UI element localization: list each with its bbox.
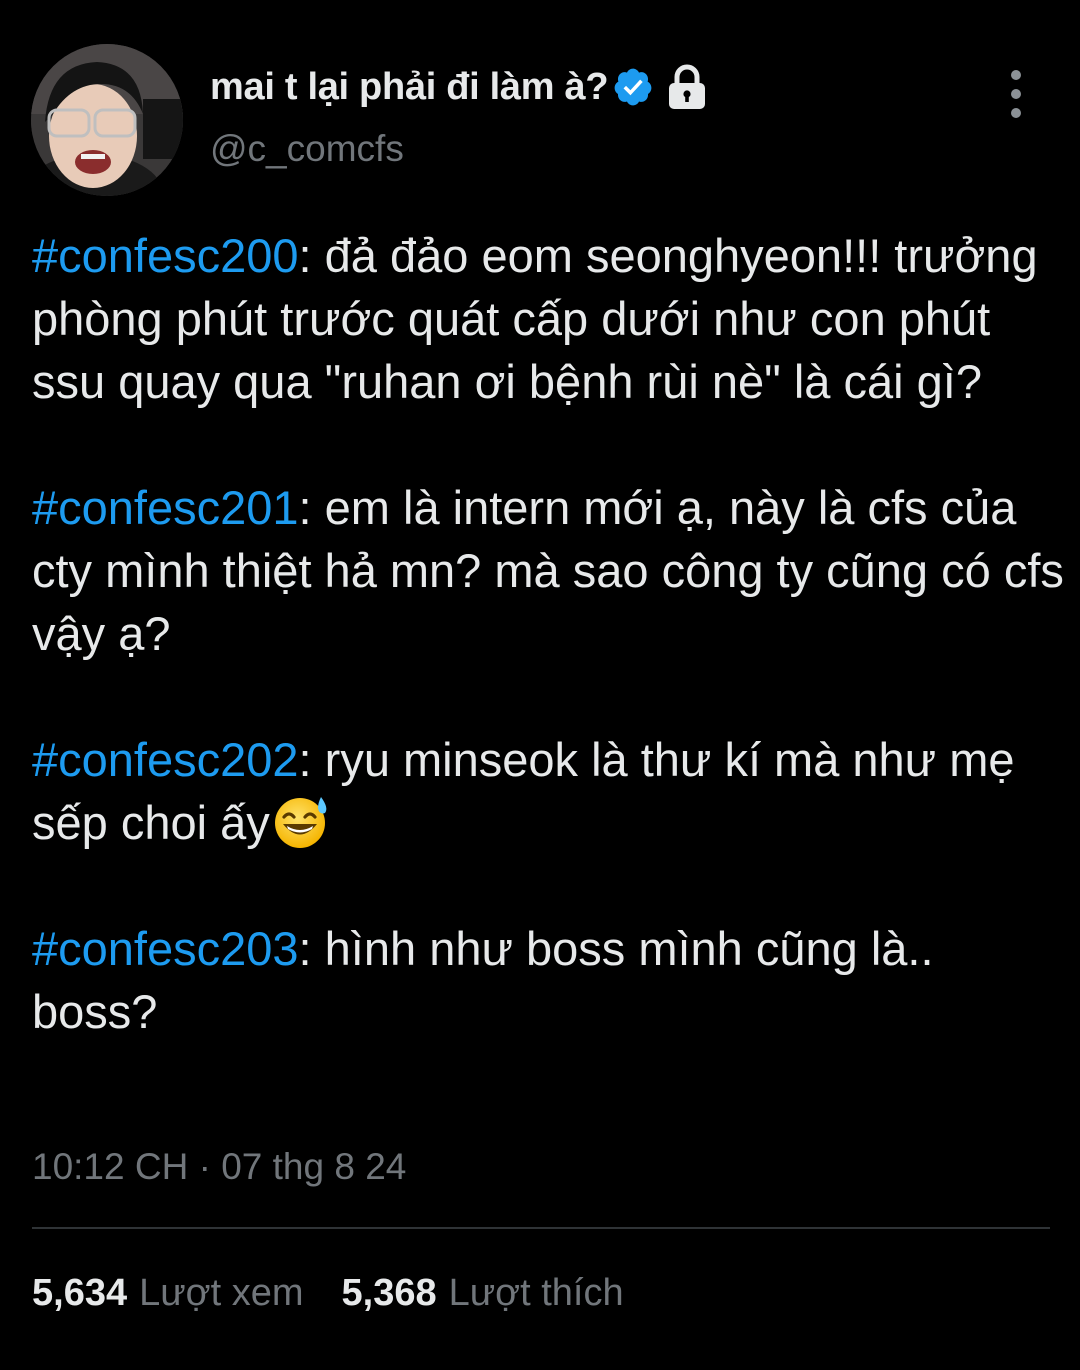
divider bbox=[32, 1227, 1050, 1229]
views-count: 5,634 bbox=[32, 1272, 128, 1314]
more-dot bbox=[1011, 108, 1021, 118]
tweet-header: mai t lại phải đi làm à? @c_comcfs bbox=[0, 0, 1080, 210]
hashtag-link[interactable]: #confesc202 bbox=[32, 733, 299, 786]
tweet-timestamp[interactable]: 10:12 CH · 07 thg 8 24 bbox=[32, 1146, 406, 1188]
tweet-paragraph: #confesc201: em là intern mới ạ, này là … bbox=[32, 476, 1072, 665]
tweet-paragraph: #confesc200: đả đảo eom seonghyeon!!! tr… bbox=[32, 224, 1072, 413]
user-handle[interactable]: @c_comcfs bbox=[210, 128, 404, 170]
views-stat[interactable]: 5,634 Lượt xem bbox=[32, 1272, 304, 1315]
grinning-face-with-sweat-emoji bbox=[272, 791, 332, 851]
hashtag-link[interactable]: #confesc200 bbox=[32, 229, 299, 282]
hashtag-link[interactable]: #confesc203 bbox=[32, 922, 299, 975]
tweet-text: #confesc200: đả đảo eom seonghyeon!!! tr… bbox=[32, 224, 1072, 1106]
display-name[interactable]: mai t lại phải đi làm à? bbox=[210, 66, 609, 109]
likes-stat[interactable]: 5,368 Lượt thích bbox=[342, 1272, 624, 1315]
avatar[interactable] bbox=[31, 44, 183, 196]
more-vertical-icon[interactable] bbox=[996, 70, 1036, 118]
more-dot bbox=[1011, 89, 1021, 99]
views-label: Lượt xem bbox=[139, 1272, 304, 1314]
tweet-stats: 5,634 Lượt xem 5,368 Lượt thích bbox=[32, 1272, 662, 1315]
display-name-row[interactable]: mai t lại phải đi làm à? bbox=[210, 58, 708, 116]
likes-count: 5,368 bbox=[341, 1272, 437, 1314]
verified-badge-icon bbox=[612, 66, 654, 108]
tweet-paragraph: #confesc202: ryu minseok là thư kí mà nh… bbox=[32, 728, 1072, 854]
more-dot bbox=[1011, 70, 1021, 80]
hashtag-link[interactable]: #confesc201 bbox=[32, 481, 299, 534]
lock-icon bbox=[666, 64, 708, 110]
likes-label: Lượt thích bbox=[448, 1272, 624, 1314]
tweet-paragraph: #confesc203: hình như boss mình cũng là.… bbox=[32, 917, 1072, 1043]
